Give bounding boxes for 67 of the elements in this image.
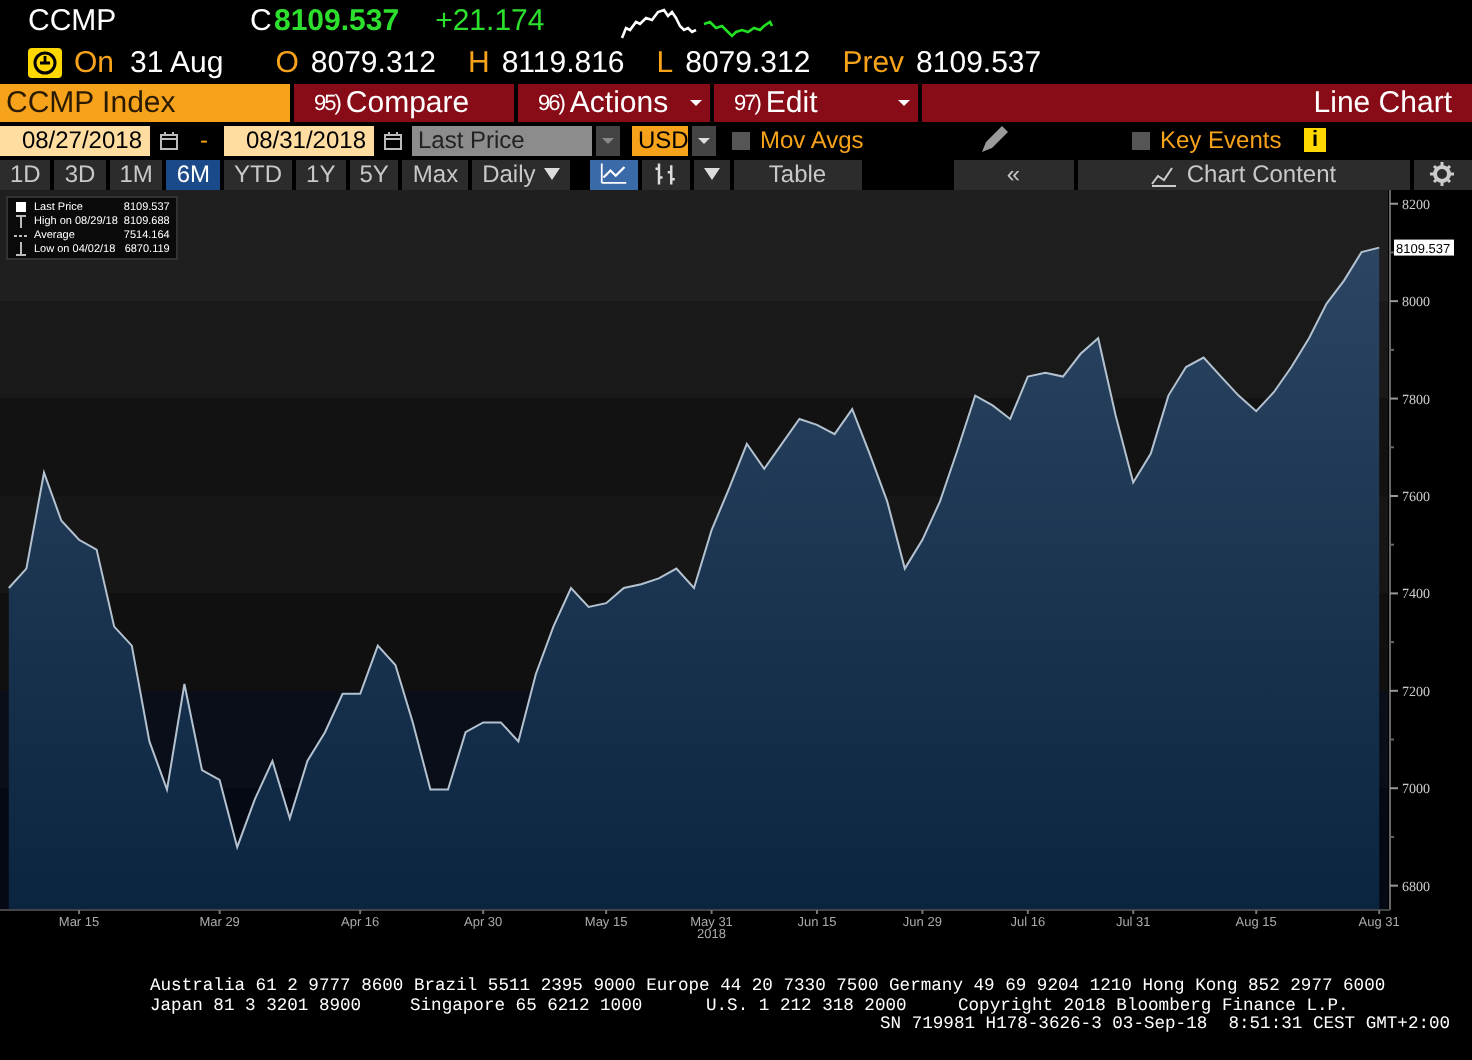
checkbox[interactable] [732, 131, 750, 149]
quote-date: 31 Aug [130, 46, 224, 80]
menu-button[interactable]: 95) Compare [294, 84, 514, 122]
clock-icon[interactable] [28, 48, 62, 78]
quote-value: 8119.816 [501, 46, 625, 80]
square-marker-icon [14, 200, 28, 214]
footer-text: Singapore 65 6212 1000 [410, 997, 645, 1016]
footer-text: Japan 81 3 3201 8900 [150, 997, 364, 1016]
checkbox-label: Key Events [1160, 126, 1282, 154]
start-date-field[interactable]: 08/27/2018 [0, 125, 150, 155]
footer-text: Copyright 2018 Bloomberg Finance L.P. [958, 997, 1349, 1016]
ticker-symbol: CCMP [28, 4, 119, 38]
period-tab[interactable]: 3D [54, 159, 106, 189]
period-tab[interactable]: 5Y [349, 159, 399, 189]
currency-dropdown[interactable]: USD [632, 125, 688, 155]
low-marker-icon [14, 242, 28, 256]
footer-text: U.S. 1 212 318 2000 [706, 997, 909, 1016]
chart-type-button[interactable] [641, 159, 690, 189]
period-tab[interactable]: 1M [109, 159, 163, 189]
checkbox[interactable] [1132, 131, 1150, 149]
frequency-dropdown[interactable]: Daily [472, 159, 570, 189]
caret-icon [543, 168, 560, 180]
high-marker-icon [14, 214, 28, 228]
date-label: On [74, 46, 115, 80]
date-separator: - [198, 126, 210, 154]
chart-type-title: Line Chart [922, 84, 1472, 122]
line-chart-icon [599, 160, 628, 188]
dropdown-button[interactable] [692, 125, 716, 155]
quote-value: 8109.537 [916, 46, 1042, 80]
end-date-field[interactable]: 08/31/2018 [224, 125, 374, 155]
menu-button[interactable]: 97) Edit [714, 84, 918, 122]
period-tab[interactable]: YTD [224, 159, 293, 189]
chart-content-button[interactable]: Chart Content [1077, 159, 1410, 189]
period-tab[interactable]: 1D [0, 159, 51, 189]
dropdown-button[interactable] [596, 125, 620, 155]
footer-text: Australia 61 2 9777 8600 Brazil 5511 2395 9000 Europe 44 20 7330 7500 Germany 49 69 9204 1210 Hong Kong 852 2977 6000 [150, 978, 1386, 997]
menu-button[interactable]: 96) Actions [518, 84, 710, 122]
caret-icon [698, 137, 710, 143]
last-price: 8109.537 [274, 4, 400, 38]
quote-value: 8079.312 [310, 46, 436, 80]
period-tab[interactable]: Max [402, 159, 469, 189]
quote-label: Prev [842, 46, 905, 80]
pencil-icon[interactable] [980, 126, 1008, 154]
checkbox-label: Mov Avgs [760, 126, 864, 154]
period-tab[interactable]: 6M [166, 159, 221, 189]
period-tab[interactable]: 1Y [296, 159, 346, 189]
calendar-icon[interactable] [160, 131, 178, 149]
quote-value: 8079.312 [685, 46, 811, 80]
collapse-button[interactable]: « [953, 159, 1074, 189]
dropdown-button[interactable] [693, 159, 730, 189]
price-field-dropdown[interactable]: Last Price [412, 125, 592, 155]
settings-button[interactable] [1413, 159, 1472, 189]
settings-icon [1430, 162, 1455, 186]
close-label: C [250, 4, 274, 38]
chart-type-button[interactable] [589, 159, 638, 189]
quote-label: H [467, 46, 490, 80]
caret-icon [703, 168, 720, 180]
quote-label: O [275, 46, 299, 80]
caret-icon [602, 137, 614, 143]
table-button[interactable]: Table [733, 159, 862, 189]
quote-label: L [656, 46, 674, 80]
bar-chart-icon [651, 160, 680, 188]
price-change: +21.174 [435, 4, 545, 38]
calendar-icon[interactable] [384, 131, 402, 149]
security-field[interactable]: CCMP Index [0, 84, 290, 122]
footer-text: SN 719981 H178-3626-3 03-Sep-18 8:51:31 CEST GMT+2:00 [880, 1016, 1451, 1035]
info-badge[interactable]: i [1304, 128, 1326, 152]
